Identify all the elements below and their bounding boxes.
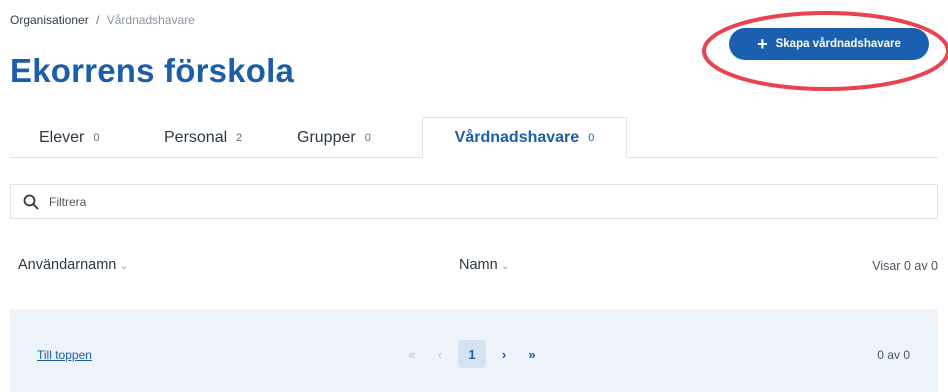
first-page-icon[interactable]: «: [398, 340, 426, 368]
search-icon: [23, 194, 39, 209]
create-guardian-button[interactable]: + Skapa vårdnadshavare: [729, 28, 929, 60]
tab-elever[interactable]: Elever 0: [39, 117, 99, 158]
column-header-label: Användarnamn: [18, 257, 117, 273]
current-page[interactable]: 1: [458, 340, 486, 368]
showing-count: Visar 0 av 0: [872, 259, 938, 273]
tab-grupper[interactable]: Grupper 0: [297, 117, 371, 158]
create-guardian-label: Skapa vårdnadshavare: [775, 38, 901, 50]
tab-label: Personal: [164, 128, 228, 146]
breadcrumb: Organisationer / Vårdnadshavare: [10, 13, 195, 27]
plus-icon: +: [757, 34, 768, 54]
tab-count: 0: [93, 131, 100, 144]
pagination: « ‹ 1 › »: [398, 339, 546, 369]
next-page-icon[interactable]: ›: [490, 340, 518, 368]
column-header-username[interactable]: Användarnamn ⌄: [18, 257, 129, 273]
breadcrumb-separator: /: [96, 13, 100, 27]
tab-count: 2: [236, 131, 243, 144]
back-to-top-link[interactable]: Till toppen: [37, 348, 92, 362]
chevron-down-icon: ⌄: [500, 259, 510, 272]
chevron-down-icon: ⌄: [119, 259, 129, 272]
tab-label: Grupper: [297, 128, 356, 146]
breadcrumb-current: Vårdnadshavare: [106, 13, 195, 27]
column-header-label: Namn: [459, 257, 498, 273]
table-footer: Till toppen « ‹ 1 › » 0 av 0: [10, 309, 938, 392]
breadcrumb-link-organisationer[interactable]: Organisationer: [10, 13, 89, 27]
tab-bar: Elever 0 Personal 2 Grupper 0 Vårdnadsha…: [10, 117, 938, 158]
last-page-icon[interactable]: »: [518, 340, 546, 368]
previous-page-icon[interactable]: ‹: [426, 340, 454, 368]
filter-input[interactable]: [49, 194, 649, 209]
tab-count: 0: [364, 131, 371, 144]
tab-vardnadshavare[interactable]: Vårdnadshavare 0: [422, 117, 627, 158]
footer-count: 0 av 0: [877, 348, 910, 362]
column-header-name[interactable]: Namn ⌄: [459, 257, 510, 273]
tab-label: Elever: [39, 128, 85, 146]
tab-personal[interactable]: Personal 2: [164, 117, 242, 158]
tab-count: 0: [588, 131, 595, 144]
page-title: Ekorrens förskola: [10, 52, 295, 89]
tab-label: Vårdnadshavare: [454, 128, 580, 146]
filter-box: [10, 184, 938, 219]
